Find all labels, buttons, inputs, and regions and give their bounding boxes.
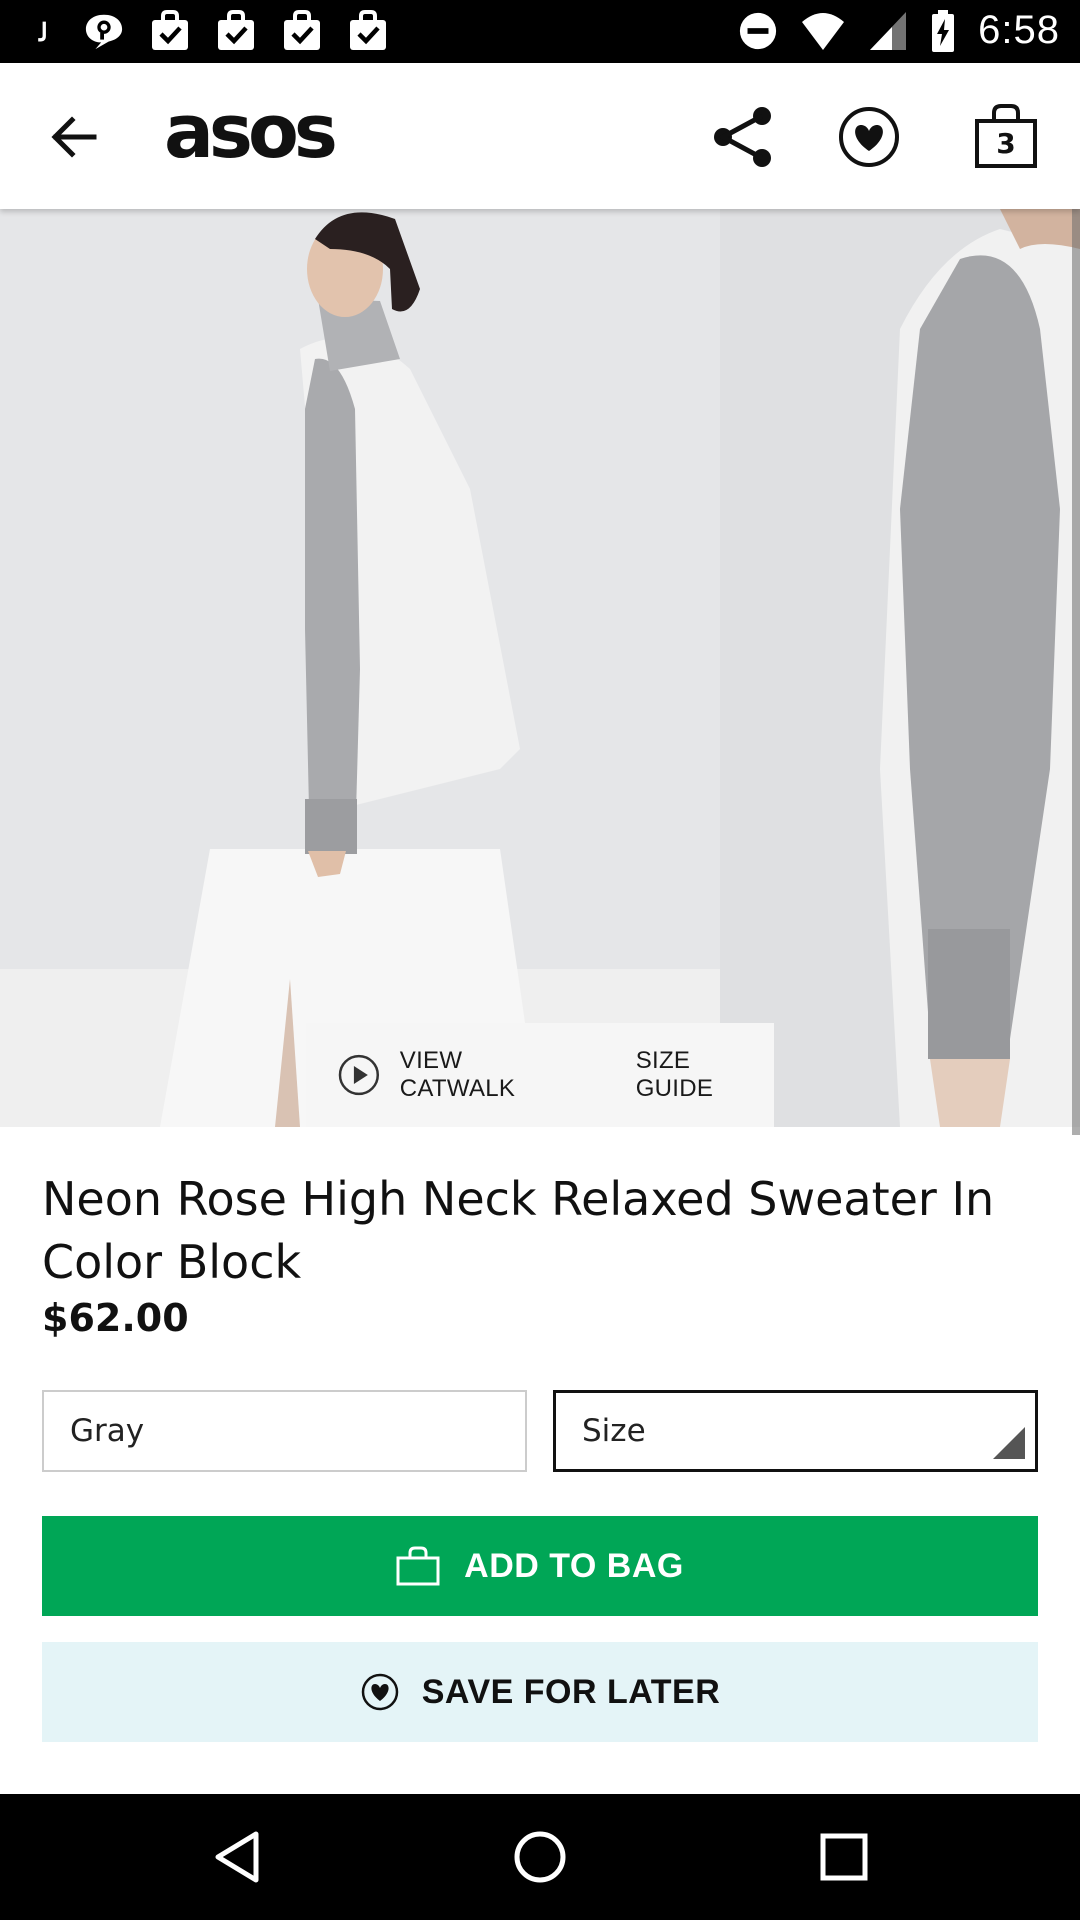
bag-check-icon <box>152 10 188 50</box>
play-circle-icon <box>338 1054 380 1096</box>
nav-home-icon[interactable] <box>512 1828 568 1886</box>
size-guide-link[interactable]: SIZE GUIDE <box>636 1047 774 1103</box>
color-select-value: Gray <box>70 1413 145 1449</box>
color-select[interactable]: Gray <box>42 1390 527 1472</box>
product-title: Neon Rose High Neck Relaxed Sweater In C… <box>42 1172 995 1289</box>
nav-back-icon[interactable] <box>210 1828 266 1886</box>
product-image <box>0 209 1080 1127</box>
product-image-gallery[interactable] <box>0 209 1080 1127</box>
save-for-later-button[interactable]: SAVE FOR LATER <box>42 1642 1038 1742</box>
heart-circle-icon <box>361 1673 398 1711</box>
view-catwalk-label: VIEW CATWALK <box>399 1047 516 1102</box>
nav-recents-icon[interactable] <box>816 1828 872 1886</box>
do-not-disturb-icon <box>740 12 777 49</box>
view-catwalk-button[interactable]: VIEW CATWALK <box>338 1047 584 1103</box>
size-select[interactable]: Size <box>553 1390 1038 1472</box>
wifi-icon <box>802 12 845 50</box>
signal-icon <box>870 11 907 50</box>
system-icons: 6:58 <box>738 8 1060 53</box>
scroll-indicator <box>1072 209 1080 1135</box>
system-navigation-bar <box>0 1794 1080 1920</box>
shopping-bag-icon <box>396 1546 440 1586</box>
add-to-bag-button[interactable]: ADD TO BAG <box>42 1516 1038 1616</box>
gallery-actions-bar: VIEW CATWALK SIZE GUIDE <box>306 1023 774 1127</box>
status-bar: 6:58 <box>0 0 1080 63</box>
app-header: asos 3 <box>0 63 1080 209</box>
chat-icon <box>85 14 123 50</box>
bag-check-icon <box>350 10 386 50</box>
share-icon[interactable] <box>712 105 774 169</box>
j-app-icon <box>38 21 46 42</box>
asos-logo[interactable]: asos <box>164 95 338 169</box>
shopping-bag-button[interactable]: 3 <box>974 103 1038 169</box>
size-select-placeholder: Size <box>582 1413 646 1449</box>
back-arrow-icon[interactable] <box>46 109 102 165</box>
bag-count-badge: 3 <box>996 126 1016 160</box>
add-to-bag-label: ADD TO BAG <box>464 1546 684 1585</box>
save-for-later-label: SAVE FOR LATER <box>421 1672 721 1711</box>
bag-check-icon <box>284 10 320 50</box>
product-price: $62.00 <box>42 1296 189 1340</box>
battery-charging-icon <box>932 9 955 52</box>
dropdown-triangle-icon <box>993 1427 1025 1459</box>
clock: 6:58 <box>978 8 1060 52</box>
notification-icons <box>36 10 388 52</box>
bag-check-icon <box>218 10 254 50</box>
heart-circle-icon[interactable] <box>837 105 901 169</box>
